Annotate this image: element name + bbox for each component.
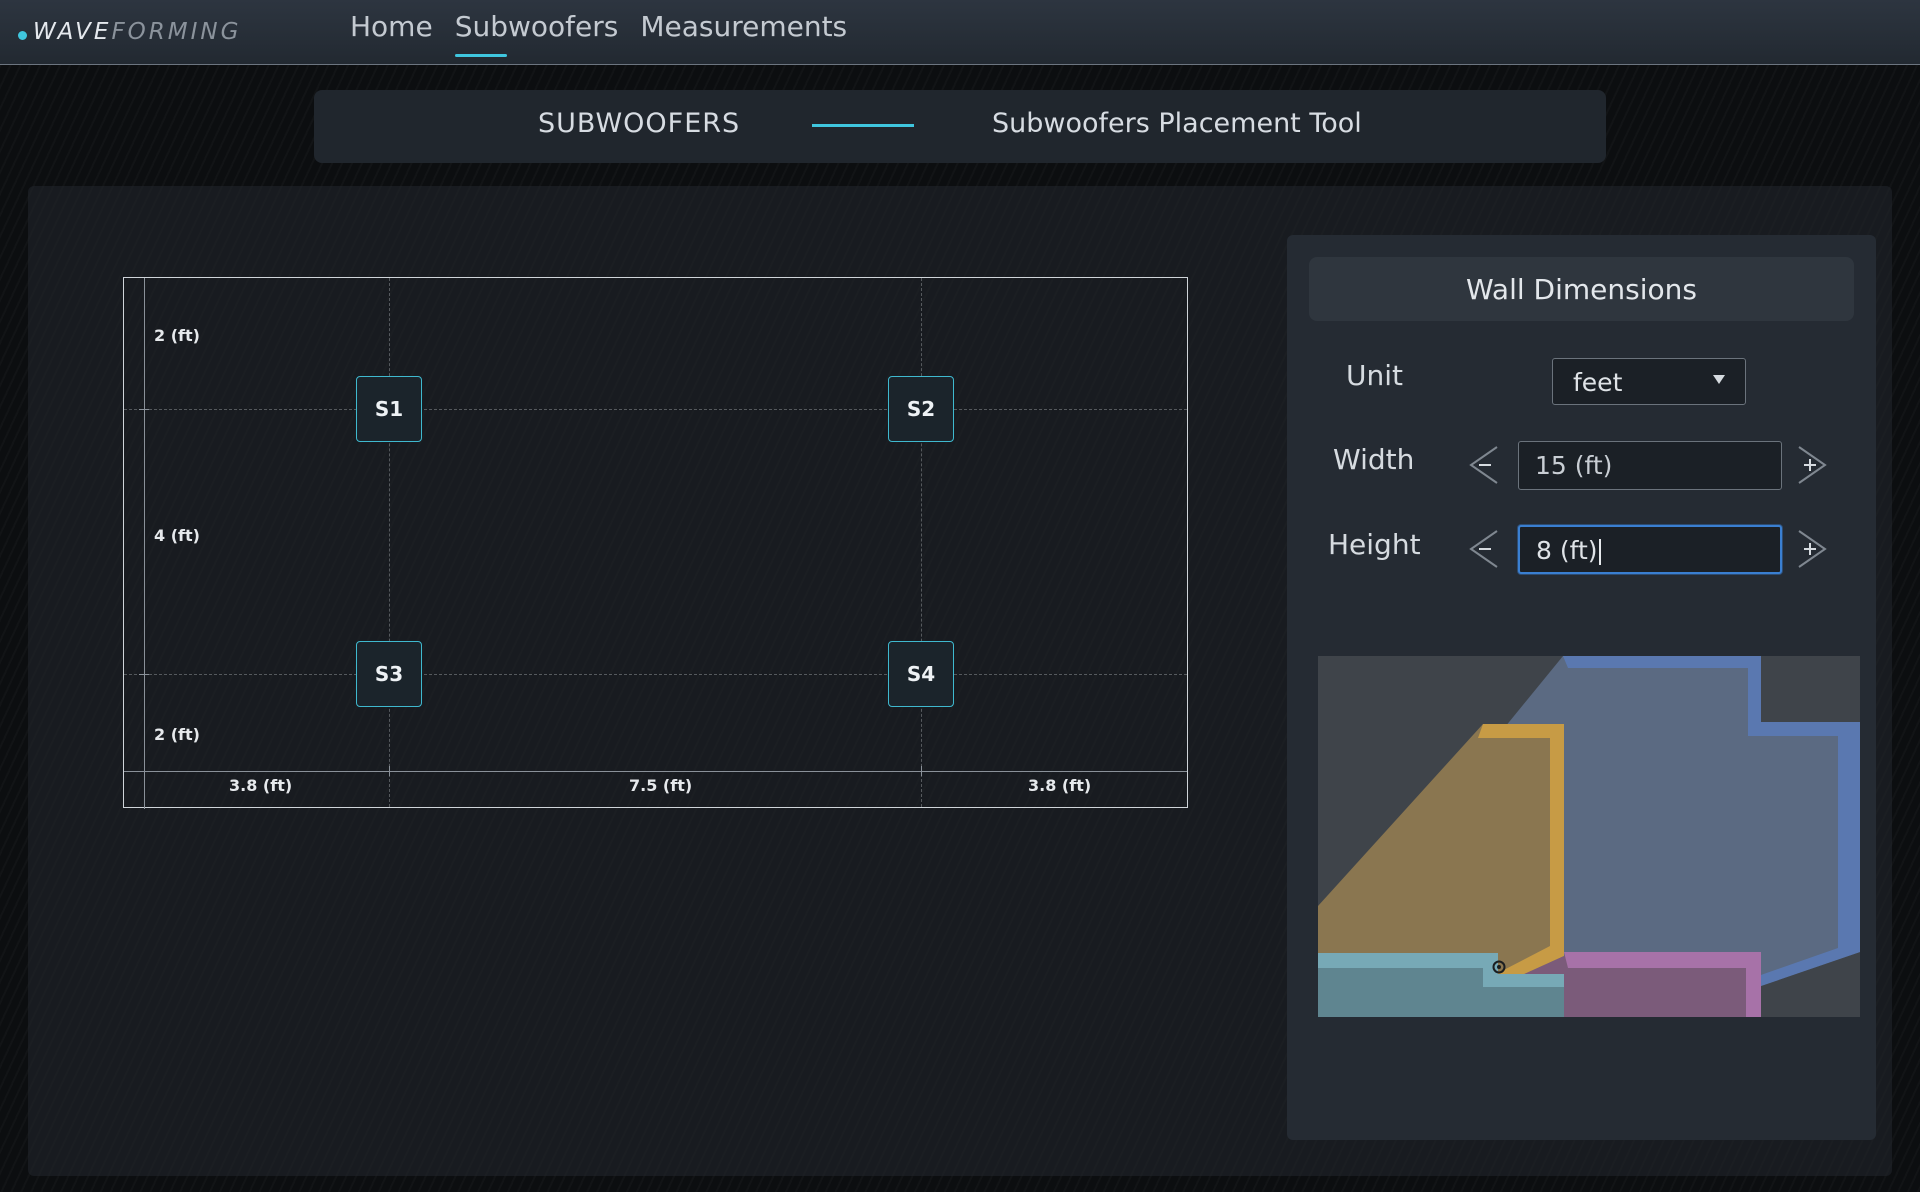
width-decrement-button[interactable] [1467, 445, 1499, 485]
chevron-down-icon [1713, 375, 1725, 384]
top-navigation-bar: WAVE FORMING Home Subwoofers Measurement… [0, 0, 1920, 65]
dim-label-bottom: 2 (ft) [154, 725, 200, 744]
plus-icon [1798, 530, 1827, 568]
width-increment-button[interactable] [1797, 445, 1829, 485]
subwoofer-s4[interactable]: S4 [888, 641, 954, 707]
text-cursor [1598, 539, 1601, 565]
main-nav: Home Subwoofers Measurements [350, 10, 869, 57]
horizontal-dimension-line [124, 771, 1187, 772]
dimension-tick [139, 409, 149, 410]
brand-name-primary: WAVE [33, 19, 112, 45]
subwoofer-s3[interactable]: S3 [356, 641, 422, 707]
dimension-tick [921, 766, 922, 776]
dim-label-center: 7.5 (ft) [629, 776, 693, 795]
plus-icon [1798, 446, 1827, 484]
unit-select-value: feet [1573, 368, 1623, 397]
width-input-value: 15 (ft) [1535, 451, 1613, 480]
room-preview-image [1318, 656, 1860, 1017]
panel-title: Wall Dimensions [1309, 257, 1854, 321]
nav-home[interactable]: Home [350, 10, 433, 51]
nav-measurements[interactable]: Measurements [640, 10, 847, 51]
width-input[interactable]: 15 (ft) [1518, 441, 1782, 490]
breadcrumb-section[interactable]: SUBWOOFERS [538, 108, 740, 139]
logo-dot-icon [18, 30, 27, 40]
height-label: Height [1328, 528, 1421, 561]
height-decrement-button[interactable] [1467, 529, 1499, 569]
dim-label-middle: 4 (ft) [154, 526, 200, 545]
height-increment-button[interactable] [1797, 529, 1829, 569]
wall-dimensions-panel: Wall Dimensions Unit feet Width 15 (ft) … [1287, 235, 1876, 1140]
subwoofer-s2[interactable]: S2 [888, 376, 954, 442]
width-label: Width [1333, 443, 1415, 476]
breadcrumb-current-page: Subwoofers Placement Tool [992, 108, 1362, 139]
breadcrumb: SUBWOOFERS Subwoofers Placement Tool [314, 90, 1606, 163]
room-layout-canvas[interactable]: 2 (ft) 4 (ft) 2 (ft) 3.8 (ft) 7.5 (ft) 3… [123, 277, 1188, 809]
minus-icon [1469, 446, 1498, 484]
guide-line-col1 [389, 278, 390, 807]
brand-name-secondary: FORMING [111, 19, 242, 45]
minus-icon [1469, 530, 1498, 568]
unit-select[interactable]: feet [1552, 358, 1746, 405]
dimension-tick [389, 766, 390, 776]
height-input[interactable]: 8 (ft) [1518, 525, 1782, 574]
dimension-tick [139, 674, 149, 675]
guide-line-row2 [124, 674, 1187, 675]
breadcrumb-separator [812, 124, 914, 127]
dim-label-left: 3.8 (ft) [229, 776, 293, 795]
brand-logo[interactable]: WAVE FORMING [18, 17, 241, 47]
guide-line-row1 [124, 409, 1187, 410]
vertical-dimension-line [144, 278, 145, 809]
guide-line-col2 [921, 278, 922, 807]
dim-label-right: 3.8 (ft) [1028, 776, 1092, 795]
nav-subwoofers[interactable]: Subwoofers [454, 10, 618, 57]
height-input-value: 8 (ft) [1536, 536, 1598, 565]
subwoofer-s1[interactable]: S1 [356, 376, 422, 442]
unit-label: Unit [1346, 359, 1403, 392]
dim-label-top: 2 (ft) [154, 326, 200, 345]
